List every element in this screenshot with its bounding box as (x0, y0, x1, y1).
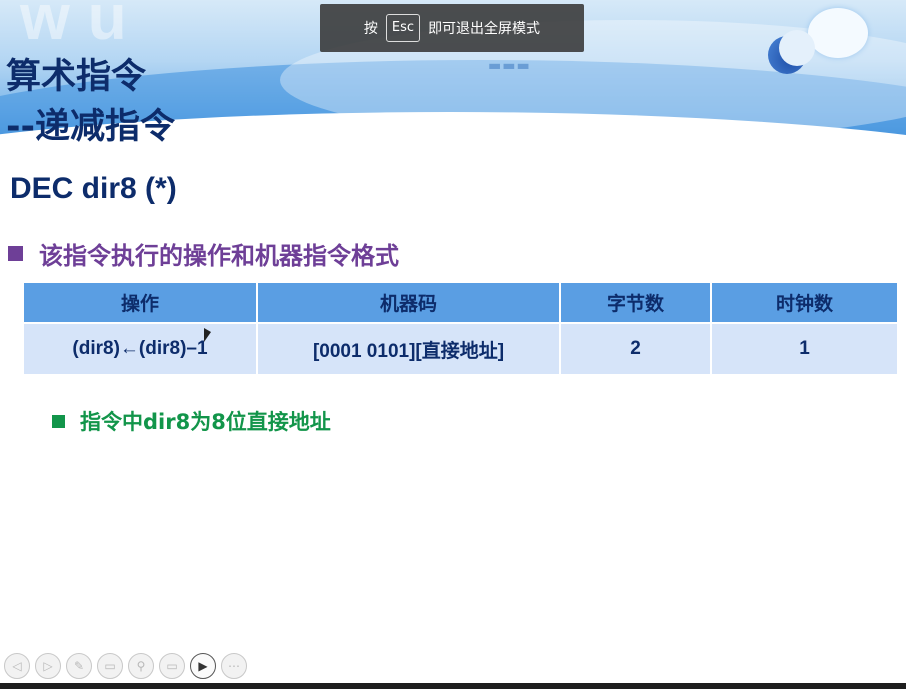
camera-button[interactable]: ▶ (190, 653, 216, 679)
square-bullet-icon (52, 414, 65, 428)
instruction-heading: DEC dir8 (*) (10, 172, 177, 205)
cell-bytes: 2 (559, 322, 712, 376)
toast-prefix: 按 (363, 21, 378, 37)
mouse-cursor-icon (204, 328, 211, 342)
header-watermark-logo: ▬▬▬ (488, 58, 531, 74)
cell-operation: (dir8)←(dir8)–1 (22, 322, 258, 376)
header-operation: 操作 (22, 281, 258, 324)
cell-clocks: 1 (710, 322, 899, 376)
header-watermark: w u (20, 0, 127, 53)
pen-tool-button[interactable]: ✎ (66, 653, 92, 679)
cell-machine-code: [0001 0101][直接地址] (256, 322, 561, 376)
next-slide-button[interactable]: ▷ (35, 653, 61, 679)
fullscreen-exit-toast: 按 Esc 即可退出全屏模式 (320, 4, 584, 52)
zoom-button[interactable]: ⚲ (128, 653, 154, 679)
instruction-table: 操作 机器码 字节数 时钟数 (dir8)←(dir8)–1 [0001 010… (22, 281, 899, 376)
bullet-text: 该指令执行的操作和机器指令格式 (39, 242, 399, 270)
esc-key-badge: Esc (385, 14, 421, 42)
table-header-row: 操作 机器码 字节数 时钟数 (22, 281, 899, 324)
decor-circle-icon (808, 8, 868, 58)
square-bullet-icon (8, 246, 23, 261)
bullet-dir8-note: 指令中dir8为8位直接地址 (52, 406, 331, 436)
header-clocks: 时钟数 (710, 281, 899, 324)
slide-overview-button[interactable]: ▭ (97, 653, 123, 679)
presentation-toolbar: ◁ ▷ ✎ ▭ ⚲ ▭ ▶ ⋯ (0, 650, 247, 682)
previous-slide-button[interactable]: ◁ (4, 653, 30, 679)
crescent-cut (779, 30, 815, 66)
header-bytes: 字节数 (559, 281, 712, 324)
header-machine-code: 机器码 (256, 281, 561, 324)
screen-bottom-bar (0, 683, 906, 689)
table-row: (dir8)←(dir8)–1 [0001 0101][直接地址] 2 1 (22, 322, 899, 376)
more-options-button[interactable]: ⋯ (221, 653, 247, 679)
slide-title-line1: 算术指令 (6, 57, 147, 97)
bullet-operation-format: 该指令执行的操作和机器指令格式 (8, 236, 399, 271)
subtitle-button[interactable]: ▭ (159, 653, 185, 679)
toast-message: 即可退出全屏模式 (428, 21, 541, 37)
bullet-text: 指令中dir8为8位直接地址 (80, 410, 331, 434)
slide-title: 算术指令 --递减指令 (6, 52, 175, 152)
slide-title-line2: --递减指令 (6, 107, 176, 147)
